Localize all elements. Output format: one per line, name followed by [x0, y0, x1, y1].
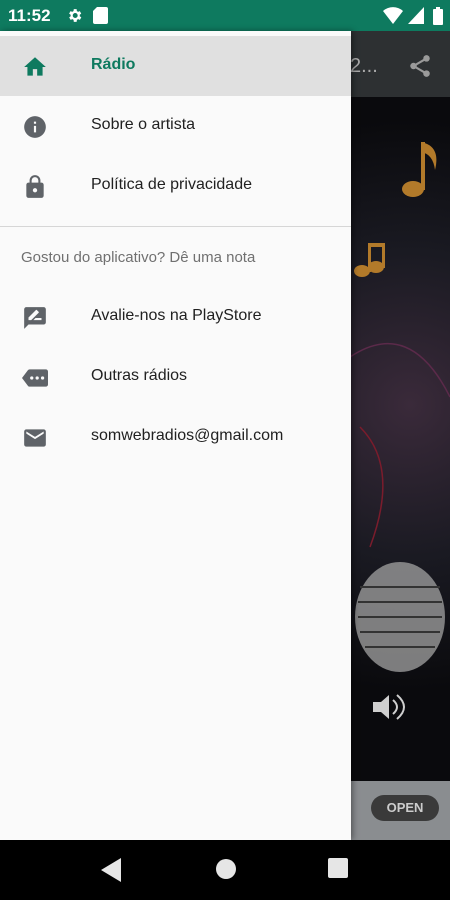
back-icon[interactable] [101, 858, 123, 882]
drawer-item-politica-de-privacidade[interactable]: Política de privacidade [0, 156, 351, 216]
cellular-signal-icon [408, 7, 424, 24]
status-time: 11:52 [8, 6, 51, 25]
ad-open-button[interactable]: OPEN [371, 795, 439, 821]
drawer-item-radio[interactable]: Rádio [0, 36, 351, 96]
drawer-item-label: Avalie-nos na PlayStore [91, 307, 262, 324]
settings-icon [69, 9, 82, 22]
drawer-item-outras-radios[interactable]: Outras rádios [0, 347, 351, 407]
home-nav-icon[interactable] [215, 858, 237, 880]
info-icon [24, 116, 46, 138]
drawer-item-label: Outras rádios [91, 367, 188, 384]
recents-icon[interactable] [328, 858, 348, 878]
drawer-item-label: somwebradios@gmail.com [91, 427, 284, 444]
drawer-item-label: Política de privacidade [91, 176, 252, 193]
music-notes-artwork [349, 142, 450, 720]
drawer-item-label: Rádio [91, 56, 136, 73]
drawer-section-title: Gostou do aplicativo? Dê uma nota [21, 249, 256, 266]
wifi-icon [383, 7, 403, 24]
drawer-item-label: Sobre o artista [91, 116, 196, 133]
rate-review-icon [24, 307, 46, 329]
status-bar: 11:52 [0, 0, 450, 31]
drawer-item-avalie-nos[interactable]: Avalie-nos na PlayStore [0, 287, 351, 347]
home-icon [24, 57, 46, 76]
sd-card-icon [93, 7, 108, 24]
battery-icon [433, 7, 443, 25]
background-artwork [349, 97, 450, 781]
drawer-item-email[interactable]: somwebradios@gmail.com [0, 407, 351, 467]
system-navigation-bar [0, 840, 450, 900]
more-label-icon [22, 369, 48, 387]
email-icon [24, 429, 46, 447]
navigation-drawer: Rádio Sobre o artista Política de privac… [0, 31, 351, 840]
share-icon[interactable] [407, 53, 433, 79]
drawer-divider [0, 226, 351, 227]
drawer-item-sobre-o-artista[interactable]: Sobre o artista [0, 96, 351, 156]
lock-icon [26, 175, 44, 198]
toolbar-title: 2... [350, 55, 378, 77]
